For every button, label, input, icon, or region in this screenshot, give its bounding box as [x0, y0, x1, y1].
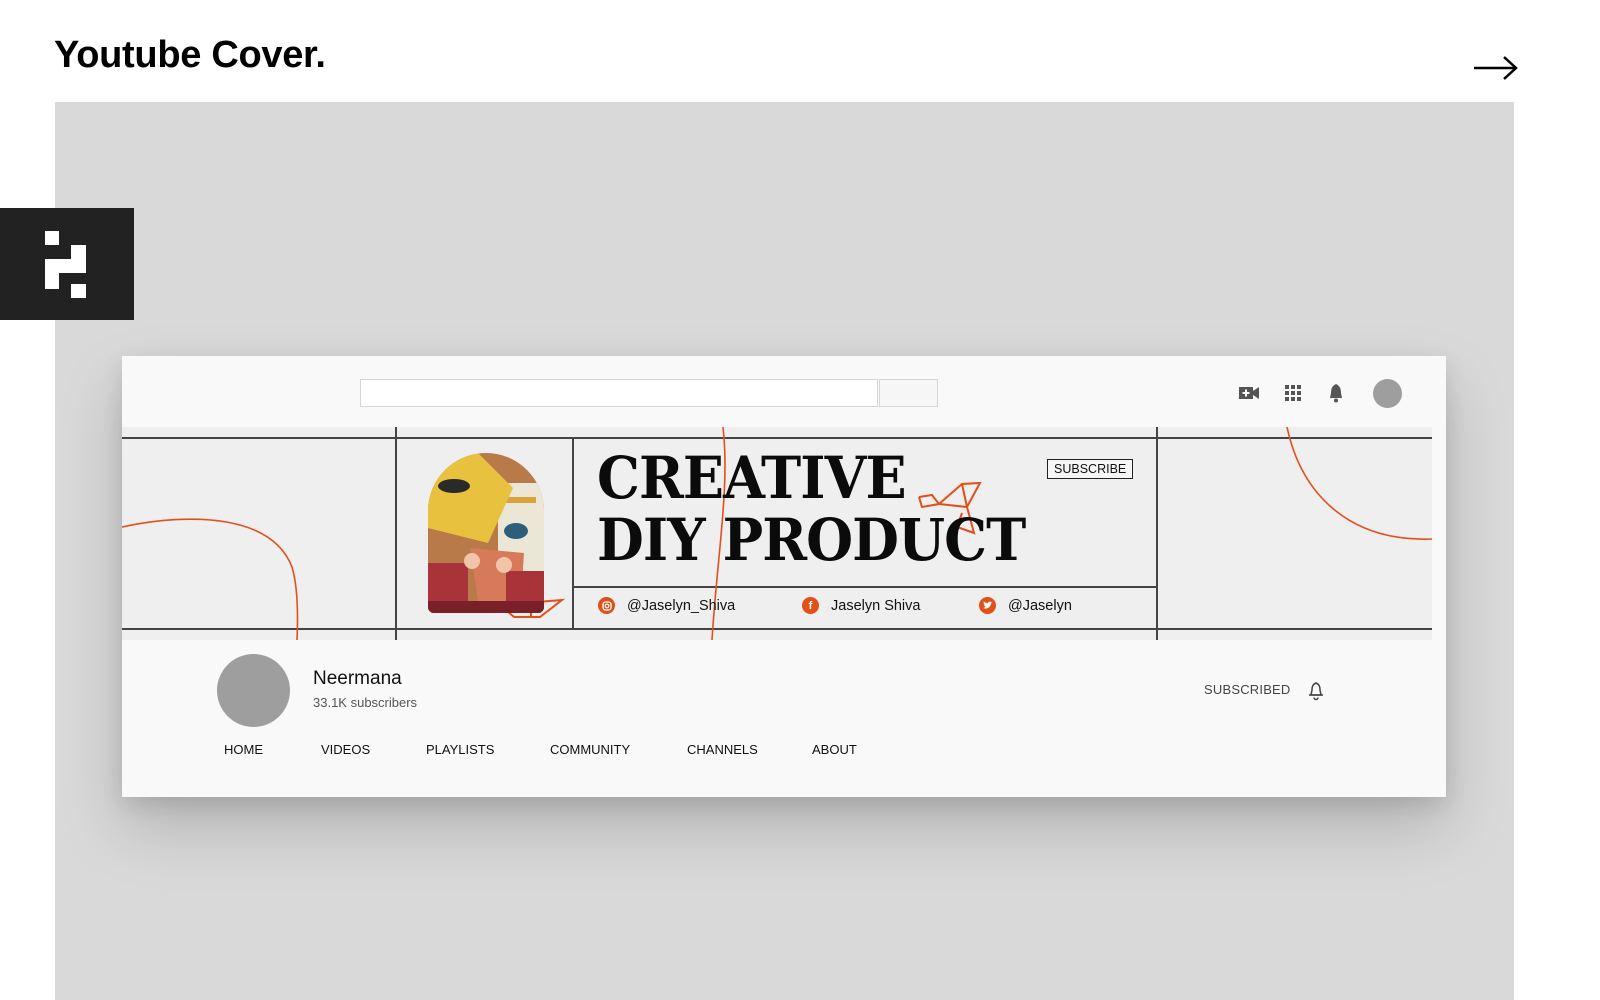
tab-playlists[interactable]: PLAYLISTS [426, 742, 494, 757]
tab-community[interactable]: COMMUNITY [550, 742, 630, 757]
notifications-bell-icon[interactable] [1325, 383, 1347, 403]
logo-badge [0, 208, 134, 320]
search-button[interactable] [879, 379, 938, 407]
account-avatar[interactable] [1373, 379, 1402, 408]
banner-subscribe-tag: SUBSCRIBE [1047, 459, 1134, 479]
tab-home[interactable]: HOME [224, 742, 263, 757]
banner-headline: CREATIVE DIY PRODUCT [597, 444, 1026, 574]
twitter-icon [979, 597, 996, 614]
headline-line-2: DIY PRODUCT [597, 506, 1026, 574]
social-instagram: @Jaselyn_Shiva [598, 597, 735, 614]
social-facebook: f Jaselyn Shiva [802, 597, 920, 614]
twitter-handle: @Jaselyn [1008, 597, 1072, 614]
craft-photo [428, 453, 544, 613]
subscribed-button[interactable]: SUBSCRIBED [1204, 682, 1291, 697]
youtube-channel-mockup: CREATIVE DIY PRODUCT SUBSCRIBE @Jaselyn_… [122, 356, 1446, 797]
instagram-icon [598, 597, 615, 614]
instagram-handle: @Jaselyn_Shiva [627, 597, 736, 614]
pixel-logo-icon [45, 231, 86, 298]
channel-avatar[interactable] [217, 654, 290, 727]
search-input[interactable] [360, 379, 878, 407]
notification-bell-outline-icon[interactable] [1307, 681, 1325, 701]
page-title: Youtube Cover. [54, 34, 326, 76]
social-twitter: @Jaselyn [979, 597, 1072, 614]
apps-grid-icon[interactable] [1282, 383, 1304, 403]
headline-line-1: CREATIVE [597, 444, 907, 512]
channel-name: Neermana [313, 668, 402, 689]
facebook-handle: Jaselyn Shiva [831, 597, 921, 614]
tab-videos[interactable]: VIDEOS [321, 742, 370, 757]
tab-about[interactable]: ABOUT [812, 742, 857, 757]
facebook-icon: f [802, 597, 819, 614]
tab-channels[interactable]: CHANNELS [687, 742, 758, 757]
arrow-right-icon[interactable] [1474, 48, 1518, 88]
subscriber-count: 33.1K subscribers [313, 695, 418, 710]
channel-banner: CREATIVE DIY PRODUCT SUBSCRIBE @Jaselyn_… [122, 427, 1432, 640]
create-video-icon[interactable] [1238, 383, 1260, 403]
